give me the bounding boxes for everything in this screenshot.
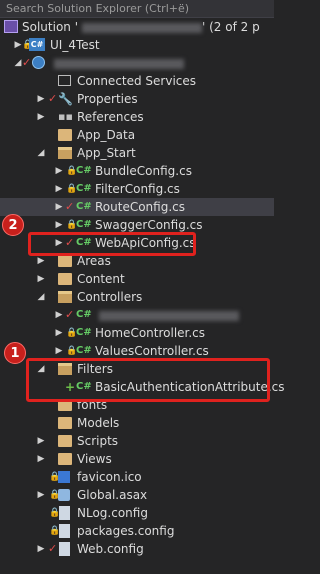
node-label: Content [77, 272, 125, 286]
node-views[interactable]: ▶ Views [0, 450, 274, 468]
solution-icon [4, 20, 18, 33]
node-label: Scripts [77, 434, 119, 448]
folder-icon [58, 255, 72, 267]
csharp-file-icon: C# [76, 165, 92, 176]
node-label: Connected Services [77, 74, 197, 88]
node-routeconfig[interactable]: ▶ ✓ C# RouteConfig.cs [0, 198, 274, 216]
node-label: RouteConfig.cs [95, 200, 185, 214]
node-label: Models [77, 416, 120, 430]
asax-file-icon [58, 489, 70, 501]
node-homecontroller[interactable]: ▶ 🔒 C# HomeController.cs [0, 324, 274, 342]
expand-arrow-icon[interactable]: ▶ [36, 450, 46, 468]
node-redacted-controller[interactable]: ▶ ✓ C# [0, 306, 274, 324]
expand-arrow-icon[interactable]: ▶ [54, 306, 64, 324]
node-favicon[interactable]: 🔒 favicon.ico [0, 468, 274, 486]
wrench-icon: 🔧 [58, 92, 73, 106]
node-app-data[interactable]: App_Data [0, 126, 274, 144]
expand-arrow-icon[interactable]: ▶ [36, 90, 46, 108]
solution-tree: Solution ' ' (2 of 2 p ▶ 🔒 C# UI_4Test ◢ … [0, 18, 285, 558]
folder-icon [58, 273, 72, 285]
expand-arrow-icon[interactable]: ▶ [36, 486, 46, 504]
project-web[interactable]: ◢ ✓ [0, 54, 274, 72]
csharp-file-icon: C# [76, 201, 92, 212]
node-models[interactable]: Models [0, 414, 274, 432]
node-packages-config[interactable]: 🔒 packages.config [0, 522, 274, 540]
node-scripts[interactable]: ▶ Scripts [0, 432, 274, 450]
folder-icon [58, 417, 72, 429]
project-ui4test[interactable]: ▶ 🔒 C# UI_4Test [0, 36, 274, 54]
node-controllers[interactable]: ◢ Controllers [0, 288, 274, 306]
node-nlog-config[interactable]: 🔒 NLog.config [0, 504, 274, 522]
expand-arrow-icon[interactable]: ▶ [54, 198, 64, 216]
search-input[interactable]: Search Solution Explorer (Ctrl+ë) [0, 0, 274, 18]
node-label: Global.asax [77, 488, 148, 502]
collapse-arrow-icon[interactable]: ◢ [36, 144, 46, 162]
node-filterconfig[interactable]: ▶ 🔒 C# FilterConfig.cs [0, 180, 274, 198]
checkout-check-icon: ✓ [48, 542, 58, 555]
web-project-icon [32, 56, 45, 69]
folder-icon [58, 129, 72, 141]
solution-node[interactable]: Solution ' ' (2 of 2 p [0, 18, 274, 36]
expand-arrow-icon[interactable]: ▶ [54, 180, 64, 198]
node-label: Controllers [77, 290, 143, 304]
checkout-check-icon: ✓ [65, 200, 75, 213]
node-label: Properties [77, 92, 138, 106]
folder-open-icon [58, 291, 72, 303]
checkout-check-icon: ✓ [65, 308, 75, 321]
expand-arrow-icon[interactable]: ▶ [36, 540, 46, 558]
highlight-box-webapiconfig [28, 232, 196, 256]
badge-one: 1 [4, 342, 26, 364]
csharp-file-icon: C# [76, 309, 92, 320]
expand-arrow-icon[interactable]: ▶ [36, 270, 46, 288]
node-label: Web.config [77, 542, 144, 556]
node-global-asax[interactable]: ▶ 🔒 Global.asax [0, 486, 274, 504]
node-properties[interactable]: ▶ ✓ 🔧 Properties [0, 90, 274, 108]
expand-arrow-icon[interactable]: ▶ [36, 432, 46, 450]
node-app-start[interactable]: ◢ App_Start [0, 144, 274, 162]
node-bundleconfig[interactable]: ▶ 🔒 C# BundleConfig.cs [0, 162, 274, 180]
folder-icon [58, 453, 72, 465]
redacted-solution-name [82, 22, 202, 33]
solution-label-suffix: ' (2 of 2 p [202, 20, 260, 34]
checkout-check-icon: ✓ [48, 92, 58, 105]
config-file-icon [59, 542, 70, 556]
node-label: App_Data [77, 128, 136, 142]
node-label: packages.config [77, 524, 175, 538]
folder-icon [58, 435, 72, 447]
node-label: favicon.ico [77, 470, 142, 484]
image-file-icon [58, 471, 70, 483]
csharp-file-icon: C# [76, 183, 92, 194]
expand-arrow-icon[interactable]: ▶ [36, 108, 46, 126]
node-label: Views [77, 452, 112, 466]
node-label: HomeController.cs [95, 326, 206, 340]
redacted-file-name [99, 310, 239, 321]
project-label: UI_4Test [50, 38, 100, 52]
highlight-box-filters [26, 358, 270, 402]
badge-two: 2 [2, 214, 24, 236]
node-references[interactable]: ▶ ▪▪ References [0, 108, 274, 126]
config-file-icon [59, 506, 70, 520]
node-web-config[interactable]: ▶ ✓ Web.config [0, 540, 274, 558]
node-label: FilterConfig.cs [95, 182, 180, 196]
references-icon: ▪▪ [58, 110, 73, 123]
node-label: BundleConfig.cs [95, 164, 192, 178]
redacted-project-name [54, 58, 184, 69]
node-label: NLog.config [77, 506, 148, 520]
checkout-check-icon: ✓ [22, 56, 32, 69]
folder-open-icon [58, 147, 72, 159]
expand-arrow-icon[interactable]: ▶ [54, 162, 64, 180]
node-content[interactable]: ▶ Content [0, 270, 274, 288]
csharp-file-icon: C# [76, 327, 92, 338]
expand-arrow-icon[interactable]: ▶ [54, 324, 64, 342]
node-connected-services[interactable]: Connected Services [0, 72, 274, 90]
config-file-icon [59, 524, 70, 538]
csharp-project-icon: C# [29, 38, 45, 51]
solution-label-prefix: Solution ' [22, 20, 78, 34]
collapse-arrow-icon[interactable]: ◢ [36, 288, 46, 306]
node-label: References [77, 110, 144, 124]
connected-services-icon [58, 75, 71, 86]
node-label: App_Start [77, 146, 136, 160]
